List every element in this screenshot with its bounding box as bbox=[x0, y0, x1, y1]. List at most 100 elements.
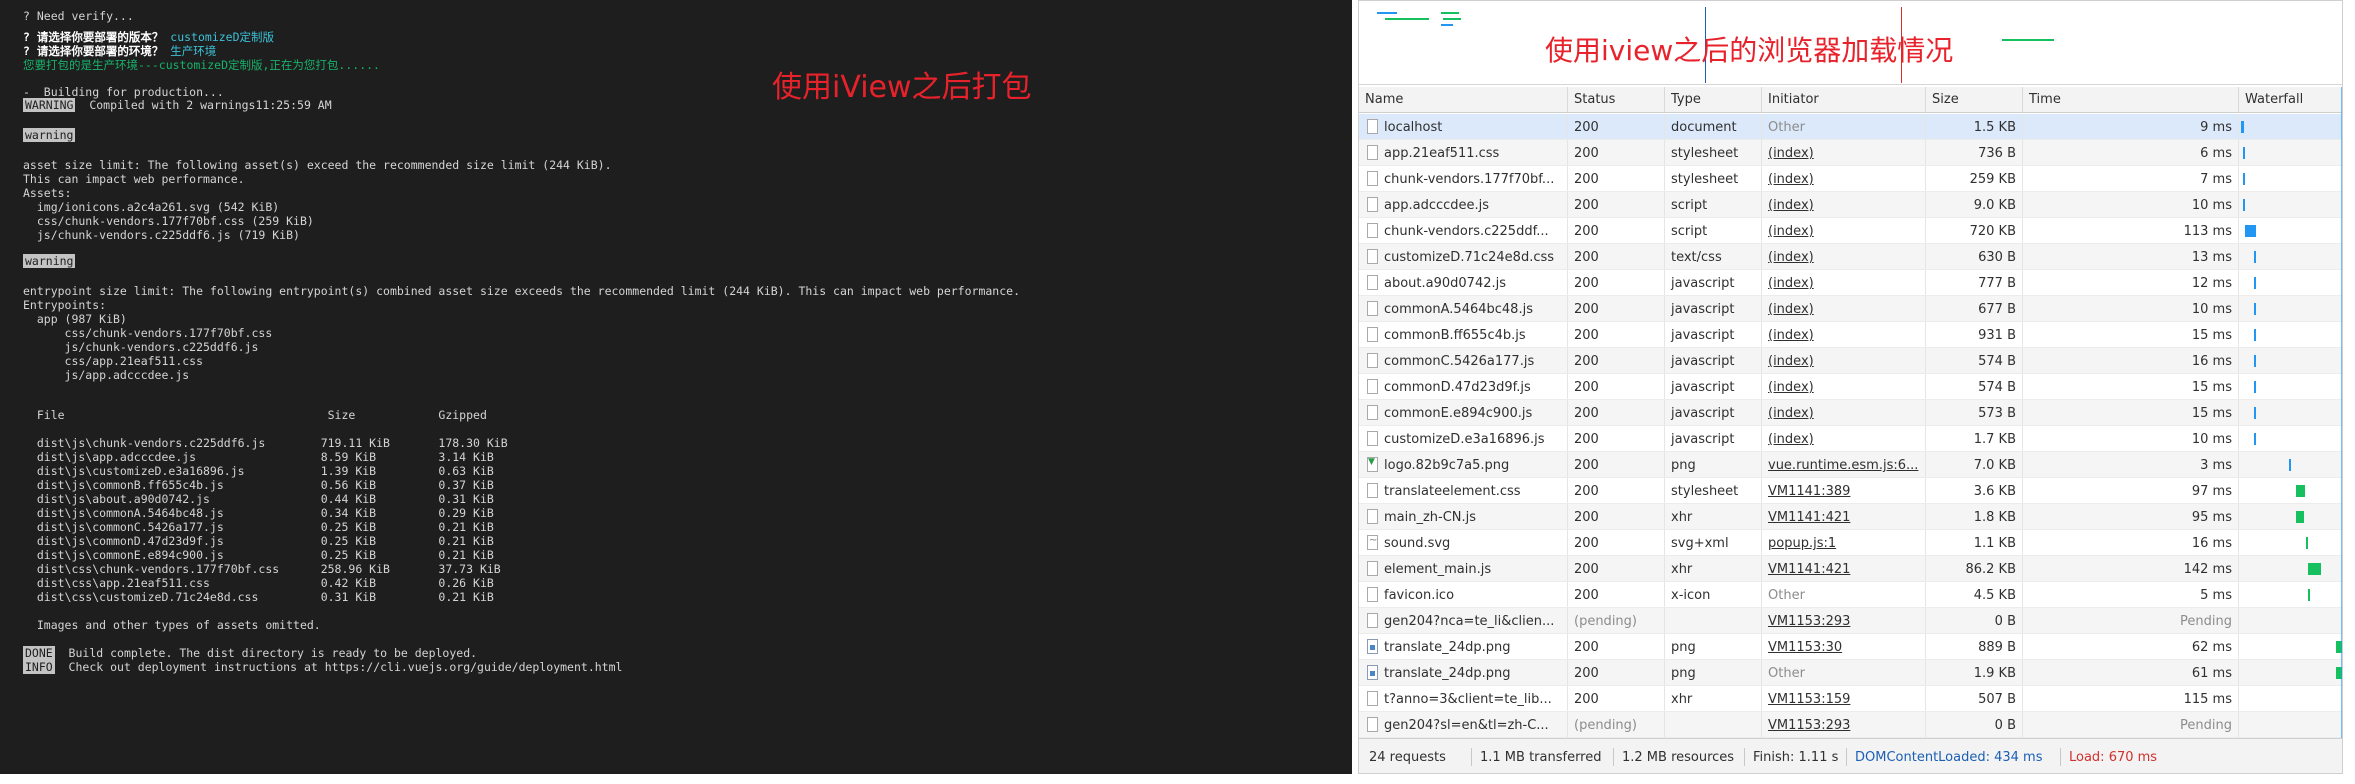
request-name[interactable]: about.a90d0742.js bbox=[1359, 270, 1568, 295]
request-initiator[interactable]: VM1153:30 bbox=[1762, 634, 1926, 659]
request-name[interactable]: localhost bbox=[1359, 114, 1568, 139]
request-name[interactable]: chunk-vendors.c225ddf... bbox=[1359, 218, 1568, 243]
request-initiator[interactable]: (index) bbox=[1762, 400, 1926, 425]
request-initiator-text[interactable]: VM1153:30 bbox=[1768, 640, 1842, 655]
request-name[interactable]: translateelement.css bbox=[1359, 478, 1568, 503]
network-request-row[interactable]: favicon.ico 200 x-icon Other 4.5 KB 5 ms bbox=[1359, 582, 2342, 608]
network-request-row[interactable]: translateelement.css 200 stylesheet VM1141:… bbox=[1359, 478, 2342, 504]
network-request-row[interactable]: commonE.e894c900.js 200 javascript (index) 5… bbox=[1359, 400, 2342, 426]
request-name[interactable]: logo.82b9c7a5.png bbox=[1359, 452, 1568, 477]
request-name[interactable]: customizeD.e3a16896.js bbox=[1359, 426, 1568, 451]
request-initiator[interactable]: popup.js:1 bbox=[1762, 530, 1926, 555]
request-initiator[interactable]: VM1153:159 bbox=[1762, 686, 1926, 711]
request-initiator[interactable]: (index) bbox=[1762, 166, 1926, 191]
request-name[interactable]: app.21eaf511.css bbox=[1359, 140, 1568, 165]
network-request-row[interactable]: sound.svg 200 svg+xml popup.js:1 1.1 KB 16 ms bbox=[1359, 530, 2342, 556]
request-name[interactable]: customizeD.71c24e8d.css bbox=[1359, 244, 1568, 269]
column-header-type[interactable]: Type bbox=[1665, 87, 1762, 112]
request-initiator[interactable]: (index) bbox=[1762, 426, 1926, 451]
request-initiator[interactable]: (index) bbox=[1762, 348, 1926, 373]
request-initiator-text[interactable]: (index) bbox=[1768, 380, 1814, 395]
network-request-row[interactable]: commonD.47d23d9f.js 200 javascript (index) 5… bbox=[1359, 374, 2342, 400]
request-name[interactable]: main_zh-CN.js bbox=[1359, 504, 1568, 529]
network-request-row[interactable]: app.adcccdee.js 200 script (index) 9.0 KB 10 … bbox=[1359, 192, 2342, 218]
request-name[interactable]: sound.svg bbox=[1359, 530, 1568, 555]
request-name[interactable]: commonA.5464bc48.js bbox=[1359, 296, 1568, 321]
request-name[interactable]: element_main.js bbox=[1359, 556, 1568, 581]
request-initiator[interactable]: (index) bbox=[1762, 296, 1926, 321]
column-header-waterfall[interactable]: Waterfall bbox=[2239, 87, 2342, 112]
request-name[interactable]: chunk-vendors.177f70bf... bbox=[1359, 166, 1568, 191]
request-initiator[interactable]: (index) bbox=[1762, 218, 1926, 243]
request-name[interactable]: gen204?nca=te_li&clien... bbox=[1359, 608, 1568, 633]
column-header-initiator[interactable]: Initiator bbox=[1762, 87, 1926, 112]
request-name[interactable]: commonB.ff655c4b.js bbox=[1359, 322, 1568, 347]
request-initiator[interactable]: VM1153:293 bbox=[1762, 608, 1926, 633]
request-initiator-text[interactable]: (index) bbox=[1768, 302, 1814, 317]
request-time-text: 115 ms bbox=[2183, 692, 2232, 707]
request-initiator-text[interactable]: VM1141:389 bbox=[1768, 484, 1850, 499]
request-initiator[interactable]: (index) bbox=[1762, 270, 1926, 295]
request-name[interactable]: commonC.5426a177.js bbox=[1359, 348, 1568, 373]
request-initiator[interactable]: VM1141:421 bbox=[1762, 504, 1926, 529]
request-initiator[interactable]: (index) bbox=[1762, 244, 1926, 269]
request-initiator-text[interactable]: (index) bbox=[1768, 224, 1814, 239]
request-initiator-text[interactable]: (index) bbox=[1768, 250, 1814, 265]
request-initiator-text[interactable]: VM1153:293 bbox=[1768, 718, 1850, 733]
request-name[interactable]: translate_24dp.png bbox=[1359, 634, 1568, 659]
request-name[interactable]: app.adcccdee.js bbox=[1359, 192, 1568, 217]
network-request-row[interactable]: localhost 200 document Other 1.5 KB 9 ms bbox=[1359, 114, 2342, 140]
column-header-time[interactable]: Time bbox=[2023, 87, 2239, 112]
request-initiator-text[interactable]: vue.runtime.esm.js:6... bbox=[1768, 458, 1918, 473]
request-name[interactable]: t?anno=3&client=te_lib... bbox=[1359, 686, 1568, 711]
network-request-row[interactable]: customizeD.71c24e8d.css 200 text/css (index… bbox=[1359, 244, 2342, 270]
request-initiator-text[interactable]: VM1141:421 bbox=[1768, 510, 1850, 525]
request-name-text: translate_24dp.png bbox=[1384, 640, 1511, 655]
request-initiator[interactable]: (index) bbox=[1762, 192, 1926, 217]
network-request-row[interactable]: translate_24dp.png 200 png VM1153:30 889 B 62… bbox=[1359, 634, 2342, 660]
request-initiator-text[interactable]: (index) bbox=[1768, 172, 1814, 187]
request-initiator-text[interactable]: VM1153:159 bbox=[1768, 692, 1850, 707]
network-request-row[interactable]: element_main.js 200 xhr VM1141:421 86.2 KB 14… bbox=[1359, 556, 2342, 582]
request-initiator-text[interactable]: VM1153:293 bbox=[1768, 614, 1850, 629]
network-request-row[interactable]: app.21eaf511.css 200 stylesheet (index) 736 … bbox=[1359, 140, 2342, 166]
request-name[interactable]: commonD.47d23d9f.js bbox=[1359, 374, 1568, 399]
request-initiator-text[interactable]: (index) bbox=[1768, 328, 1814, 343]
network-request-row[interactable]: gen204?nca=te_li&clien... (pending) VM1153… bbox=[1359, 608, 2342, 634]
request-name[interactable]: gen204?sl=en&tl=zh-C... bbox=[1359, 712, 1568, 737]
request-name[interactable]: translate_24dp.png bbox=[1359, 660, 1568, 685]
network-request-row[interactable]: t?anno=3&client=te_lib... 200 xhr VM1153:15… bbox=[1359, 686, 2342, 712]
request-initiator-text[interactable]: (index) bbox=[1768, 432, 1814, 447]
request-name[interactable]: favicon.ico bbox=[1359, 582, 1568, 607]
network-request-row[interactable]: logo.82b9c7a5.png 200 png vue.runtime.esm.j… bbox=[1359, 452, 2342, 478]
request-initiator[interactable]: vue.runtime.esm.js:6... bbox=[1762, 452, 1926, 477]
request-initiator[interactable]: (index) bbox=[1762, 140, 1926, 165]
network-overview-timeline[interactable]: 使用iview之后的浏览器加载情况 bbox=[1359, 1, 2342, 85]
network-request-row[interactable]: translate_24dp.png 200 png Other 1.9 KB 61 ms bbox=[1359, 660, 2342, 686]
column-header-status[interactable]: Status bbox=[1568, 87, 1665, 112]
request-initiator[interactable]: (index) bbox=[1762, 322, 1926, 347]
network-request-row[interactable]: chunk-vendors.c225ddf... 200 script (index)… bbox=[1359, 218, 2342, 244]
network-request-row[interactable]: chunk-vendors.177f70bf... 200 stylesheet (i… bbox=[1359, 166, 2342, 192]
column-header-size[interactable]: Size bbox=[1926, 87, 2023, 112]
request-initiator[interactable]: VM1153:293 bbox=[1762, 712, 1926, 737]
request-initiator[interactable]: (index) bbox=[1762, 374, 1926, 399]
network-request-row[interactable]: main_zh-CN.js 200 xhr VM1141:421 1.8 KB 95 ms bbox=[1359, 504, 2342, 530]
request-initiator-text[interactable]: (index) bbox=[1768, 354, 1814, 369]
request-initiator-text[interactable]: (index) bbox=[1768, 276, 1814, 291]
request-initiator-text[interactable]: (index) bbox=[1768, 146, 1814, 161]
request-initiator-text[interactable]: (index) bbox=[1768, 198, 1814, 213]
network-request-row[interactable]: commonA.5464bc48.js 200 javascript (index) 6… bbox=[1359, 296, 2342, 322]
network-request-row[interactable]: commonC.5426a177.js 200 javascript (index) 5… bbox=[1359, 348, 2342, 374]
request-initiator[interactable]: VM1141:389 bbox=[1762, 478, 1926, 503]
request-name[interactable]: commonE.e894c900.js bbox=[1359, 400, 1568, 425]
network-request-row[interactable]: commonB.ff655c4b.js 200 javascript (index) 9… bbox=[1359, 322, 2342, 348]
network-request-row[interactable]: customizeD.e3a16896.js 200 javascript (inde… bbox=[1359, 426, 2342, 452]
request-initiator[interactable]: VM1141:421 bbox=[1762, 556, 1926, 581]
request-initiator-text[interactable]: (index) bbox=[1768, 406, 1814, 421]
request-initiator-text[interactable]: VM1141:421 bbox=[1768, 562, 1850, 577]
network-request-row[interactable]: gen204?sl=en&tl=zh-C... (pending) VM1153:2… bbox=[1359, 712, 2342, 738]
request-initiator-text[interactable]: popup.js:1 bbox=[1768, 536, 1836, 551]
network-request-row[interactable]: about.a90d0742.js 200 javascript (index) 777… bbox=[1359, 270, 2342, 296]
column-header-name[interactable]: Name bbox=[1359, 87, 1568, 112]
